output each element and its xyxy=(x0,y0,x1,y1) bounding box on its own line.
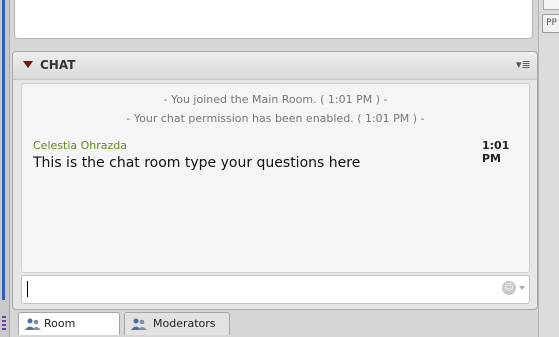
emoji-icon[interactable]: ☺ xyxy=(502,281,516,295)
grip-handle[interactable] xyxy=(2,316,6,330)
message-sender: Celestia Ohrazda xyxy=(33,139,127,152)
message-time: 1:01 PM xyxy=(482,139,510,165)
chat-input-row: ☺ xyxy=(21,275,530,304)
text-cursor xyxy=(27,281,28,297)
chat-pod: CHAT ▾≣ - You joined the Main Room. ( 1:… xyxy=(12,51,538,310)
group-icon xyxy=(131,318,147,330)
chat-message-area[interactable]: - You joined the Main Room. ( 1:01 PM ) … xyxy=(21,83,530,273)
tab-moderators[interactable]: Moderators xyxy=(124,312,230,335)
top-content-panel xyxy=(14,0,533,39)
selection-stripe xyxy=(2,0,5,300)
collapse-triangle-icon[interactable] xyxy=(23,61,33,68)
system-message: - Your chat permission has been enabled.… xyxy=(126,112,425,125)
system-message: - You joined the Main Room. ( 1:01 PM ) … xyxy=(163,93,388,106)
chat-header[interactable]: CHAT ▾≣ xyxy=(13,52,537,80)
presenter-icon[interactable]: PP xyxy=(542,14,559,33)
message-text: This is the chat room type your question… xyxy=(33,155,361,171)
emoji-dropdown-icon[interactable] xyxy=(519,286,525,290)
tab-room-label: Room xyxy=(44,317,76,330)
pod-menu-icon[interactable]: ▾≣ xyxy=(516,58,531,71)
tab-room[interactable]: Room xyxy=(18,312,120,335)
tab-moderators-label: Moderators xyxy=(153,317,216,330)
rail-top-button[interactable] xyxy=(543,0,559,10)
group-icon xyxy=(25,318,41,330)
chat-tab-bar: Room Moderators xyxy=(12,312,536,337)
chat-input[interactable] xyxy=(25,279,489,300)
right-toolbar-rail: PP xyxy=(538,0,559,337)
chat-title: CHAT xyxy=(40,58,76,72)
left-edge-bar xyxy=(0,0,10,337)
